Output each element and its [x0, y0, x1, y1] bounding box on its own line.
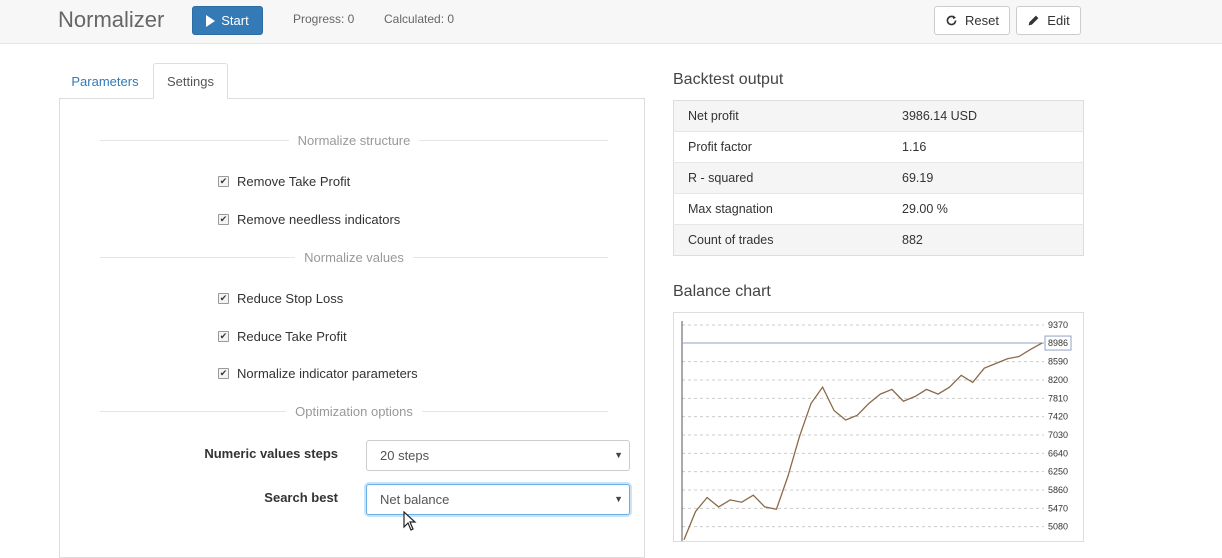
- balance-chart-title: Balance chart: [673, 283, 771, 300]
- balance-chart: 9370 8590 8200 7810 7420 7030 6640 6250 5860 5470…: [673, 312, 1084, 542]
- numeric-steps-select[interactable]: 20 steps ▼: [366, 440, 630, 471]
- checkbox-label: Remove Take Profit: [237, 174, 351, 189]
- y-tick-label: 6640: [1048, 448, 1068, 458]
- numeric-steps-label: Numeric values steps: [204, 446, 338, 461]
- y-tick-label: 9370: [1048, 320, 1068, 330]
- section-optimization-options: Optimization options: [100, 403, 608, 419]
- y-tick-label: 5470: [1048, 503, 1068, 513]
- y-tick-label: 8200: [1048, 375, 1068, 385]
- y-tick-label: 5860: [1048, 485, 1068, 495]
- checkbox[interactable]: ✔: [218, 293, 229, 304]
- checkbox-label: Normalize indicator parameters: [237, 366, 418, 381]
- progress-status: Progress: 0: [293, 12, 355, 26]
- edit-button[interactable]: Edit: [1016, 6, 1081, 35]
- play-icon: [206, 14, 216, 27]
- y-tick-label: 7420: [1048, 412, 1068, 422]
- balance-series-line: [683, 342, 1043, 541]
- table-row: R - squared 69.19: [673, 162, 1084, 194]
- mouse-cursor-icon: [403, 511, 417, 531]
- app-title: Normalizer: [58, 7, 165, 32]
- y-tick-label: 7030: [1048, 430, 1068, 440]
- checkbox-normalize-indicator-parameters[interactable]: ✔ Normalize indicator parameters: [218, 366, 418, 381]
- numeric-steps-value: 20 steps: [380, 448, 430, 463]
- y-tick-label: 8590: [1048, 357, 1068, 367]
- checkbox-label: Reduce Take Profit: [237, 329, 347, 344]
- start-button[interactable]: Start: [192, 6, 263, 35]
- search-best-label: Search best: [264, 490, 338, 505]
- refresh-icon: [946, 15, 957, 26]
- table-row: Max stagnation 29.00 %: [673, 193, 1084, 225]
- y-tick-label: 6250: [1048, 467, 1068, 477]
- backtest-output-title: Backtest output: [673, 71, 784, 88]
- pencil-icon: [1028, 15, 1039, 26]
- balance-chart-svg: 9370 8590 8200 7810 7420 7030 6640 6250 5860 5470…: [681, 320, 1072, 541]
- reset-button[interactable]: Reset: [934, 6, 1010, 35]
- reset-label: Reset: [965, 13, 999, 28]
- tab-parameters[interactable]: Parameters: [59, 63, 151, 99]
- y-tick-label: 5080: [1048, 522, 1068, 532]
- section-normalize-values: Normalize values: [100, 249, 609, 265]
- checkbox[interactable]: ✔: [218, 214, 229, 225]
- checkbox[interactable]: ✔: [218, 176, 229, 187]
- start-label: Start: [221, 13, 249, 28]
- checkbox-remove-take-profit[interactable]: ✔ Remove Take Profit: [218, 174, 350, 189]
- checkbox[interactable]: ✔: [218, 368, 229, 379]
- table-row: Net profit 3986.14 USD: [673, 100, 1084, 132]
- checkbox-remove-needless-indicators[interactable]: ✔ Remove needless indicators: [218, 212, 400, 227]
- checkbox-reduce-stop-loss[interactable]: ✔ Reduce Stop Loss: [218, 291, 343, 306]
- table-row: Profit factor 1.16: [673, 131, 1084, 163]
- tab-settings[interactable]: Settings: [153, 63, 228, 99]
- checkbox-reduce-take-profit[interactable]: ✔ Reduce Take Profit: [218, 329, 347, 344]
- backtest-output-table: Net profit 3986.14 USD Profit factor 1.16 …: [673, 100, 1084, 256]
- table-row: Count of trades 882: [673, 224, 1084, 256]
- y-tick-label: 7810: [1048, 393, 1068, 403]
- current-value-label: 8986: [1048, 338, 1068, 348]
- edit-label: Edit: [1047, 13, 1070, 28]
- checkbox-label: Remove needless indicators: [237, 212, 401, 227]
- calculated-status: Calculated: 0: [384, 12, 455, 26]
- checkbox-label: Reduce Stop Loss: [237, 291, 344, 306]
- search-best-value: Net balance: [380, 492, 450, 507]
- chevron-down-icon: ▼: [614, 494, 623, 504]
- checkbox[interactable]: ✔: [218, 331, 229, 342]
- y-tick-label: 4690: [1048, 540, 1068, 541]
- section-normalize-structure: Normalize structure: [100, 132, 609, 148]
- chevron-down-icon: ▼: [614, 450, 623, 460]
